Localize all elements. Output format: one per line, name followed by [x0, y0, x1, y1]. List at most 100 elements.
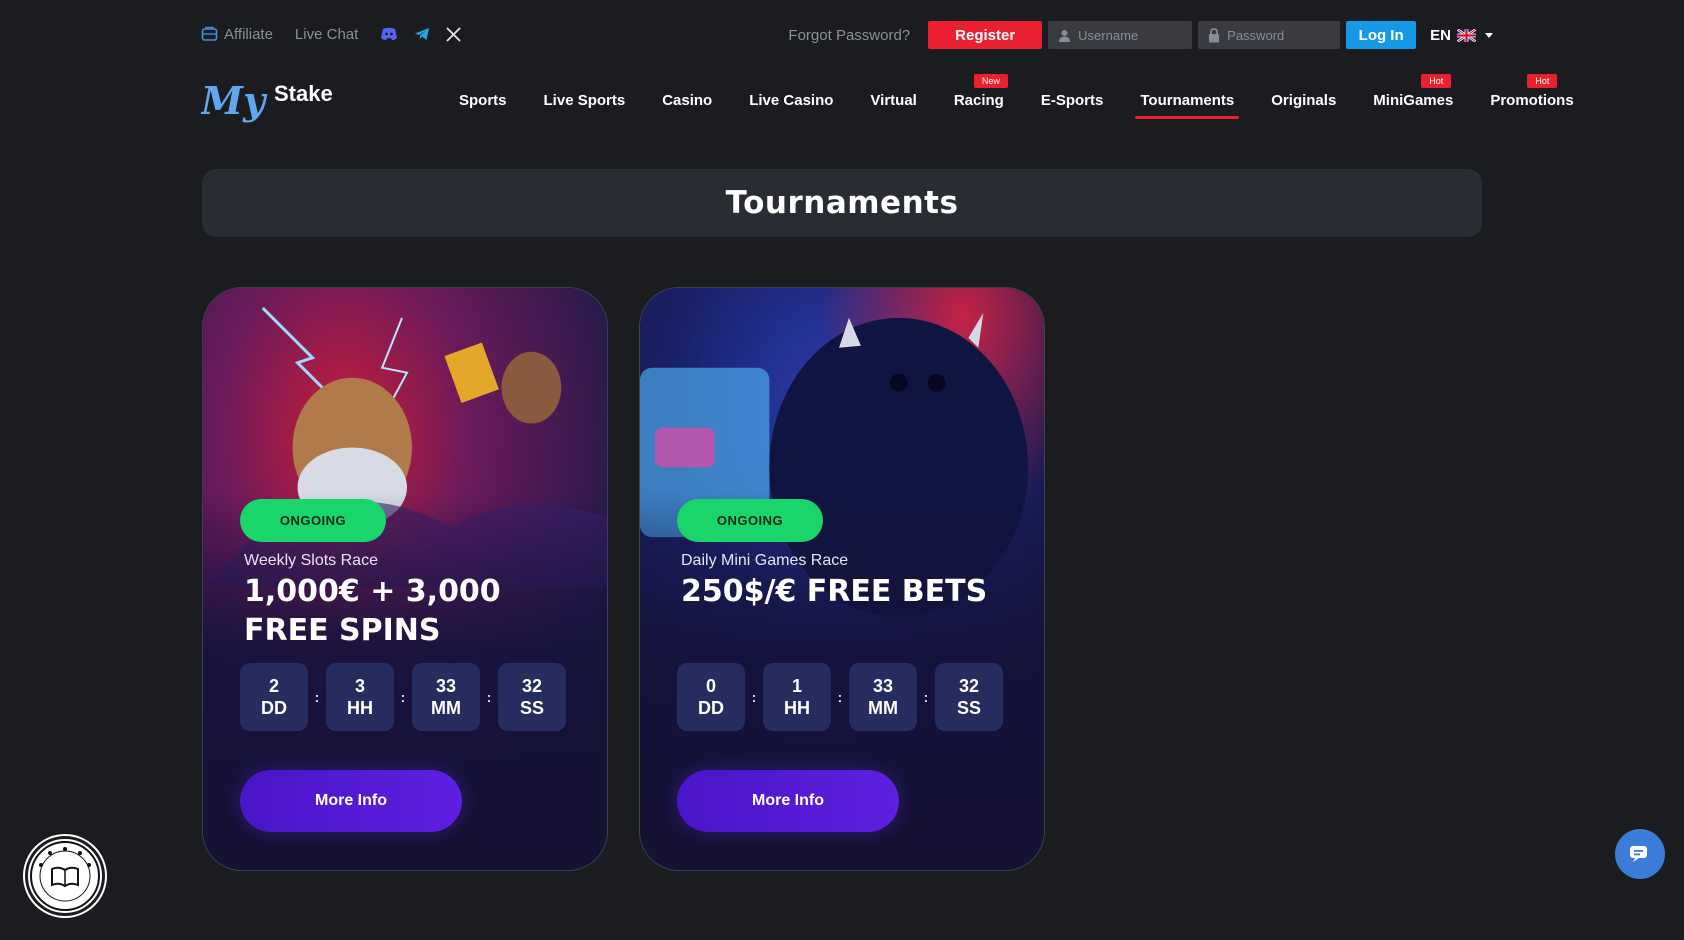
countdown-hours: 1 HH: [763, 663, 831, 731]
countdown-value: 0: [705, 676, 716, 696]
card-subtitle: Weekly Slots Race: [244, 552, 378, 569]
lock-icon: [1209, 27, 1220, 42]
card-subtitle: Daily Mini Games Race: [681, 552, 849, 569]
countdown-value: 33: [435, 676, 457, 696]
chevron-down-icon: [1485, 32, 1493, 38]
countdown-value: 33: [872, 676, 894, 696]
countdown-value: 32: [521, 676, 543, 696]
nav-label: Virtual: [870, 92, 917, 109]
countdown-unit: SS: [956, 698, 981, 718]
countdown-separator: :: [314, 689, 320, 705]
telegram-icon[interactable]: [414, 27, 430, 41]
nav-label: Live Casino: [749, 92, 834, 109]
logo-script: My: [201, 78, 268, 123]
countdown-timer: 2 DD : 3 HH : 33 MM : 32 SS: [240, 663, 566, 731]
countdown-separator: :: [837, 689, 843, 705]
page-title: Tournaments: [725, 185, 959, 221]
chat-icon: [1630, 846, 1647, 862]
more-info-button[interactable]: More Info: [240, 770, 462, 832]
nav-label: Casino: [662, 92, 713, 109]
nav-minigames[interactable]: Hot MiniGames: [1373, 74, 1454, 109]
nav-virtual[interactable]: Virtual: [870, 92, 916, 109]
user-icon: [1059, 29, 1071, 42]
countdown-seconds: 32 SS: [935, 663, 1003, 731]
countdown-unit: MM: [431, 698, 461, 718]
countdown-unit: MM: [868, 698, 898, 718]
main-nav: Sports Live Sports Casino Live Casino Vi…: [459, 74, 1574, 119]
nav-label: Tournaments: [1140, 92, 1235, 109]
nav-label: Racing: [953, 92, 1004, 109]
nav-label: E-Sports: [1040, 92, 1104, 109]
x-icon[interactable]: [446, 26, 461, 42]
page-title-banner: Tournaments: [202, 169, 1482, 237]
countdown-minutes: 33 MM: [849, 663, 917, 731]
live-chat-label: Live Chat: [294, 25, 359, 43]
countdown-separator: :: [923, 689, 929, 705]
new-badge: New: [973, 74, 1008, 88]
nav-tournaments[interactable]: Tournaments: [1135, 92, 1240, 119]
card-prize: 1,000€ + 3,000 FREE SPINS: [244, 574, 501, 648]
status-badge: ONGOING: [677, 499, 823, 542]
countdown-separator: :: [486, 689, 492, 705]
nav-promotions[interactable]: Hot Promotions: [1490, 74, 1574, 109]
card-prize: 250$/€ FREE BETS: [681, 574, 988, 609]
chat-button[interactable]: [1615, 829, 1665, 879]
uk-flag-icon: [1457, 28, 1476, 42]
username-input[interactable]: [1078, 27, 1193, 43]
auth-area: Forgot Password? Register Log In EN: [788, 20, 1493, 50]
hot-badge: Hot: [1527, 74, 1558, 88]
countdown-timer: 0 DD : 1 HH : 33 MM : 32 SS: [677, 663, 1003, 731]
top-left-links: Affiliate Live Chat: [201, 22, 477, 46]
tournament-card[interactable]: ONGOING Daily Mini Games Race 250$/€ FRE…: [639, 287, 1045, 871]
book-of-bonus-badge[interactable]: [25, 836, 105, 916]
nav-live-sports[interactable]: Live Sports: [544, 92, 626, 109]
countdown-separator: :: [751, 689, 757, 705]
countdown-minutes: 33 MM: [412, 663, 480, 731]
countdown-unit: HH: [347, 698, 373, 718]
countdown-value: 1: [791, 676, 802, 696]
forgot-password-link[interactable]: Forgot Password?: [788, 27, 910, 44]
countdown-hours: 3 HH: [326, 663, 394, 731]
nav-e-sports[interactable]: E-Sports: [1041, 92, 1104, 109]
nav-label: Sports: [459, 92, 507, 109]
nav-casino[interactable]: Casino: [662, 92, 712, 109]
countdown-unit: DD: [261, 698, 287, 718]
discord-icon[interactable]: [380, 27, 398, 41]
countdown-value: 3: [354, 676, 365, 696]
nav-label: Live Sports: [543, 92, 626, 109]
countdown-days: 2 DD: [240, 663, 308, 731]
affiliate-icon: [201, 26, 218, 41]
password-field[interactable]: [1198, 21, 1341, 49]
top-bar: Affiliate Live Chat Forgot Password? Reg…: [0, 0, 1684, 66]
nav-label: Promotions: [1490, 92, 1574, 109]
username-field[interactable]: [1048, 21, 1193, 49]
register-button[interactable]: Register: [928, 21, 1043, 49]
mystake-logo[interactable]: My Stake: [199, 76, 336, 126]
password-input[interactable]: [1227, 27, 1341, 43]
countdown-value: 32: [958, 676, 980, 696]
countdown-unit: HH: [784, 698, 810, 718]
nav-originals[interactable]: Originals: [1271, 92, 1336, 109]
status-badge: ONGOING: [240, 499, 386, 542]
login-button[interactable]: Log In: [1346, 21, 1417, 49]
nav-live-casino[interactable]: Live Casino: [749, 92, 833, 109]
countdown-unit: DD: [698, 698, 724, 718]
nav-sports[interactable]: Sports: [459, 92, 507, 109]
tournament-card[interactable]: ONGOING Weekly Slots Race 1,000€ + 3,000…: [202, 287, 608, 871]
affiliate-label: Affiliate: [224, 25, 273, 43]
countdown-separator: :: [400, 689, 406, 705]
language-selector[interactable]: EN: [1430, 27, 1493, 44]
countdown-value: 2: [268, 676, 279, 696]
more-info-button[interactable]: More Info: [677, 770, 899, 832]
nav-racing[interactable]: New Racing: [953, 74, 1008, 109]
nav-label: MiniGames: [1373, 92, 1454, 109]
countdown-seconds: 32 SS: [498, 663, 566, 731]
language-code: EN: [1430, 26, 1451, 44]
live-chat-link[interactable]: Live Chat: [295, 26, 358, 43]
nav-label: Originals: [1271, 92, 1337, 109]
countdown-days: 0 DD: [677, 663, 745, 731]
logo-word: Stake: [274, 81, 333, 106]
countdown-unit: SS: [519, 698, 544, 718]
affiliate-link[interactable]: Affiliate: [201, 26, 273, 43]
hot-badge: Hot: [1421, 74, 1452, 88]
